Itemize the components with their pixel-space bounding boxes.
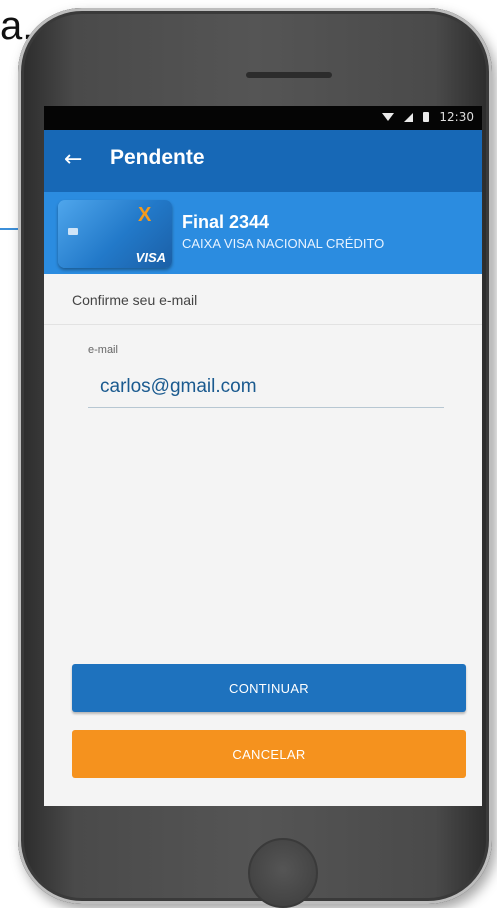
- visa-logo: VISA: [135, 250, 166, 265]
- wifi-icon: [382, 113, 395, 121]
- email-field[interactable]: [88, 366, 444, 408]
- cancel-button[interactable]: CANCELAR: [72, 730, 466, 778]
- status-time: 12:30: [439, 110, 474, 124]
- card-title: Final 2344: [182, 212, 270, 232]
- signal-icon: [404, 112, 414, 122]
- screen-bottom: [44, 796, 482, 806]
- card-chip-icon: [68, 228, 78, 235]
- email-label: e-mail: [88, 344, 118, 356]
- page-title: Pendente: [110, 146, 205, 169]
- arrow-left-icon[interactable]: ←: [64, 147, 82, 173]
- card-subtitle: CAIXA VISA NACIONAL CRÉDITO: [182, 236, 385, 251]
- card-header: X VISA Final 2344 CAIXA VISA NACIONAL CR…: [44, 192, 482, 274]
- continue-button[interactable]: CONTINUAR: [72, 664, 466, 712]
- card-brand-mark: X: [138, 204, 152, 226]
- app-screen: 12:30 ← Pendente X VISA Final 2344 CAIXA…: [44, 106, 482, 806]
- app-bar: ← Pendente: [44, 130, 482, 192]
- divider: [44, 324, 482, 325]
- status-bar: 12:30: [44, 106, 482, 130]
- battery-icon: [423, 112, 430, 122]
- credit-card-image: X VISA: [58, 200, 172, 268]
- home-button[interactable]: [248, 838, 318, 908]
- section-label: Confirme seu e-mail: [72, 292, 198, 308]
- phone-speaker: [246, 72, 332, 78]
